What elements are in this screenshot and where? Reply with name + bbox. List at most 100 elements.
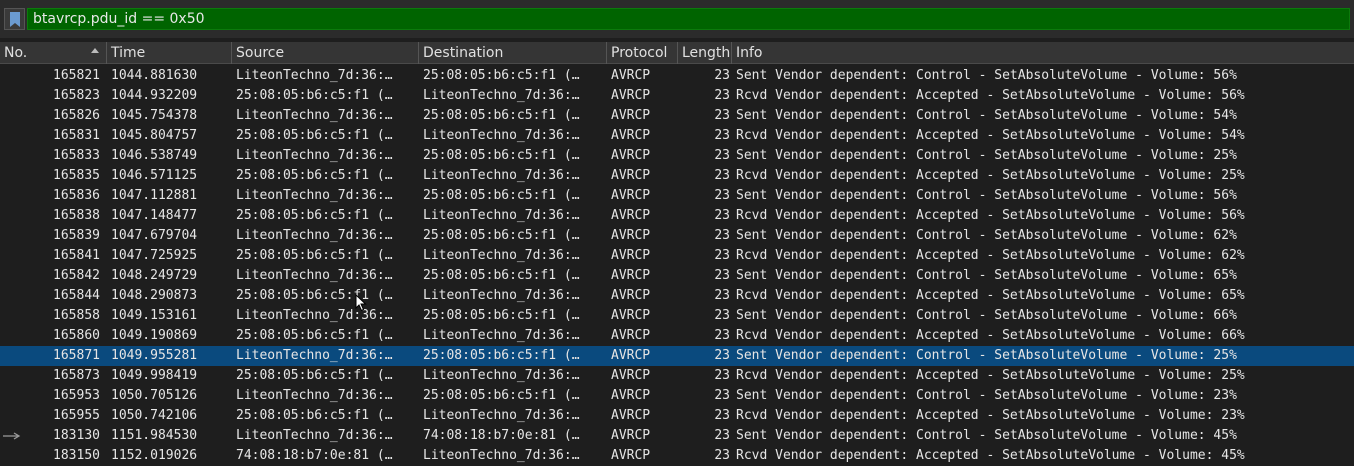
packet-source: LiteonTechno_7d:36:… xyxy=(236,428,393,443)
packet-length: 23 xyxy=(714,168,730,183)
packet-info: Sent Vendor dependent: Control - SetAbso… xyxy=(736,388,1237,403)
packet-source: LiteonTechno_7d:36:… xyxy=(236,228,393,243)
packet-source: 74:08:18:b7:0e:81 (… xyxy=(236,448,393,463)
packet-destination: 25:08:05:b6:c5:f1 (… xyxy=(423,388,580,403)
packet-time: 1046.571125 xyxy=(111,168,198,183)
table-row[interactable]: 165833 1046.538749 LiteonTechno_7d:36:… 25:… xyxy=(0,146,1354,166)
column-header-no[interactable]: No. xyxy=(0,42,107,64)
packet-time: 1049.998419 xyxy=(111,368,198,383)
packet-destination: LiteonTechno_7d:36:… xyxy=(423,208,580,223)
packet-source: 25:08:05:b6:c5:f1 (… xyxy=(236,328,393,343)
table-row[interactable]: 165831 1045.804757 25:08:05:b6:c5:f1 (… Lit… xyxy=(0,126,1354,146)
table-row[interactable]: 165955 1050.742106 25:08:05:b6:c5:f1 (… Lit… xyxy=(0,406,1354,426)
packet-info: Sent Vendor dependent: Control - SetAbso… xyxy=(736,108,1237,123)
packet-number: 183130 xyxy=(53,428,100,443)
packet-time: 1049.190869 xyxy=(111,328,198,343)
packet-source: 25:08:05:b6:c5:f1 (… xyxy=(236,288,393,303)
packet-info: Rcvd Vendor dependent: Accepted - SetAbs… xyxy=(736,208,1245,223)
packet-info: Rcvd Vendor dependent: Accepted - SetAbs… xyxy=(736,168,1245,183)
table-row[interactable]: 165826 1045.754378 LiteonTechno_7d:36:… 25:… xyxy=(0,106,1354,126)
packet-number: 165841 xyxy=(53,248,100,263)
table-row[interactable]: 183130 1151.984530 LiteonTechno_7d:36:… 74:… xyxy=(0,426,1354,446)
packet-info: Sent Vendor dependent: Control - SetAbso… xyxy=(736,348,1237,363)
table-row[interactable]: 165842 1048.249729 LiteonTechno_7d:36:… 25:… xyxy=(0,266,1354,286)
table-row[interactable]: 165821 1044.881630 LiteonTechno_7d:36:… 25:… xyxy=(0,66,1354,86)
table-row-selected[interactable]: 165871 1049.955281 LiteonTechno_7d:36:… 25:… xyxy=(0,346,1354,366)
packet-info: Sent Vendor dependent: Control - SetAbso… xyxy=(736,188,1237,203)
packet-destination: 25:08:05:b6:c5:f1 (… xyxy=(423,308,580,323)
packet-protocol: AVRCP xyxy=(611,188,651,203)
packet-protocol: AVRCP xyxy=(611,388,651,403)
packet-info: Rcvd Vendor dependent: Accepted - SetAbs… xyxy=(736,88,1245,103)
packet-protocol: AVRCP xyxy=(611,268,651,283)
packet-length: 23 xyxy=(714,208,730,223)
packet-protocol: AVRCP xyxy=(611,308,651,323)
column-header-no-label: No. xyxy=(4,45,28,61)
table-row[interactable]: 183150 1152.019026 74:08:18:b7:0e:81 (… Lit… xyxy=(0,446,1354,466)
table-row[interactable]: 165858 1049.153161 LiteonTechno_7d:36:… 25:… xyxy=(0,306,1354,326)
packet-protocol: AVRCP xyxy=(611,328,651,343)
column-header-time[interactable]: Time xyxy=(107,42,232,64)
packet-info: Sent Vendor dependent: Control - SetAbso… xyxy=(736,148,1237,163)
packet-source: LiteonTechno_7d:36:… xyxy=(236,388,393,403)
table-row[interactable]: 165873 1049.998419 25:08:05:b6:c5:f1 (… Lit… xyxy=(0,366,1354,386)
packet-info: Sent Vendor dependent: Control - SetAbso… xyxy=(736,68,1237,83)
packet-number: 165833 xyxy=(53,148,100,163)
packet-destination: 25:08:05:b6:c5:f1 (… xyxy=(423,228,580,243)
packet-length: 23 xyxy=(714,228,730,243)
packet-protocol: AVRCP xyxy=(611,108,651,123)
packet-time: 1152.019026 xyxy=(111,448,198,463)
packet-time: 1047.725925 xyxy=(111,248,198,263)
packet-time: 1049.153161 xyxy=(111,308,198,323)
packet-number: 165823 xyxy=(53,88,100,103)
packet-source: 25:08:05:b6:c5:f1 (… xyxy=(236,168,393,183)
packet-protocol: AVRCP xyxy=(611,288,651,303)
packet-source: LiteonTechno_7d:36:… xyxy=(236,68,393,83)
packet-protocol: AVRCP xyxy=(611,68,651,83)
packet-list: 165821 1044.881630 LiteonTechno_7d:36:… 25:… xyxy=(0,66,1354,466)
column-header-source[interactable]: Source xyxy=(232,42,419,64)
packet-protocol: AVRCP xyxy=(611,168,651,183)
packet-protocol: AVRCP xyxy=(611,208,651,223)
table-row[interactable]: 165860 1049.190869 25:08:05:b6:c5:f1 (… Lit… xyxy=(0,326,1354,346)
column-header-length[interactable]: Length xyxy=(678,42,732,64)
column-header-info[interactable]: Info xyxy=(732,42,1354,64)
table-row[interactable]: 165823 1044.932209 25:08:05:b6:c5:f1 (… Lit… xyxy=(0,86,1354,106)
packet-source: 25:08:05:b6:c5:f1 (… xyxy=(236,368,393,383)
mouse-cursor-icon xyxy=(355,294,367,312)
packet-time: 1046.538749 xyxy=(111,148,198,163)
table-row[interactable]: 165953 1050.705126 LiteonTechno_7d:36:… 25:… xyxy=(0,386,1354,406)
column-header-destination[interactable]: Destination xyxy=(419,42,607,64)
packet-source: 25:08:05:b6:c5:f1 (… xyxy=(236,208,393,223)
packet-source: LiteonTechno_7d:36:… xyxy=(236,108,393,123)
packet-info: Sent Vendor dependent: Control - SetAbso… xyxy=(736,228,1237,243)
packet-number: 165826 xyxy=(53,108,100,123)
packet-source: LiteonTechno_7d:36:… xyxy=(236,348,393,363)
packet-time: 1151.984530 xyxy=(111,428,198,443)
table-row[interactable]: 165841 1047.725925 25:08:05:b6:c5:f1 (… Lit… xyxy=(0,246,1354,266)
packet-number: 165873 xyxy=(53,368,100,383)
packet-length: 23 xyxy=(714,448,730,463)
packet-length: 23 xyxy=(714,428,730,443)
packet-source: 25:08:05:b6:c5:f1 (… xyxy=(236,248,393,263)
packet-destination: LiteonTechno_7d:36:… xyxy=(423,328,580,343)
table-row[interactable]: 165835 1046.571125 25:08:05:b6:c5:f1 (… Lit… xyxy=(0,166,1354,186)
table-row[interactable]: 165838 1047.148477 25:08:05:b6:c5:f1 (… Lit… xyxy=(0,206,1354,226)
display-filter-input[interactable]: btavrcp.pdu_id == 0x50 xyxy=(27,8,1350,30)
column-header-protocol[interactable]: Protocol xyxy=(607,42,678,64)
packet-info: Rcvd Vendor dependent: Accepted - SetAbs… xyxy=(736,408,1245,423)
table-row[interactable]: 165836 1047.112881 LiteonTechno_7d:36:… 25:… xyxy=(0,186,1354,206)
packet-length: 23 xyxy=(714,288,730,303)
packet-source: LiteonTechno_7d:36:… xyxy=(236,148,393,163)
packet-number: 165839 xyxy=(53,228,100,243)
packet-source: LiteonTechno_7d:36:… xyxy=(236,308,393,323)
packet-protocol: AVRCP xyxy=(611,228,651,243)
filter-bookmark-button[interactable] xyxy=(4,8,25,30)
table-row[interactable]: 165839 1047.679704 LiteonTechno_7d:36:… 25:… xyxy=(0,226,1354,246)
sort-ascending-icon xyxy=(91,48,99,53)
packet-length: 23 xyxy=(714,68,730,83)
table-row[interactable]: 165844 1048.290873 25:08:05:b6:c5:f1 (… Lit… xyxy=(0,286,1354,306)
packet-time: 1047.112881 xyxy=(111,188,198,203)
packet-time: 1048.249729 xyxy=(111,268,198,283)
packet-info: Rcvd Vendor dependent: Accepted - SetAbs… xyxy=(736,448,1245,463)
